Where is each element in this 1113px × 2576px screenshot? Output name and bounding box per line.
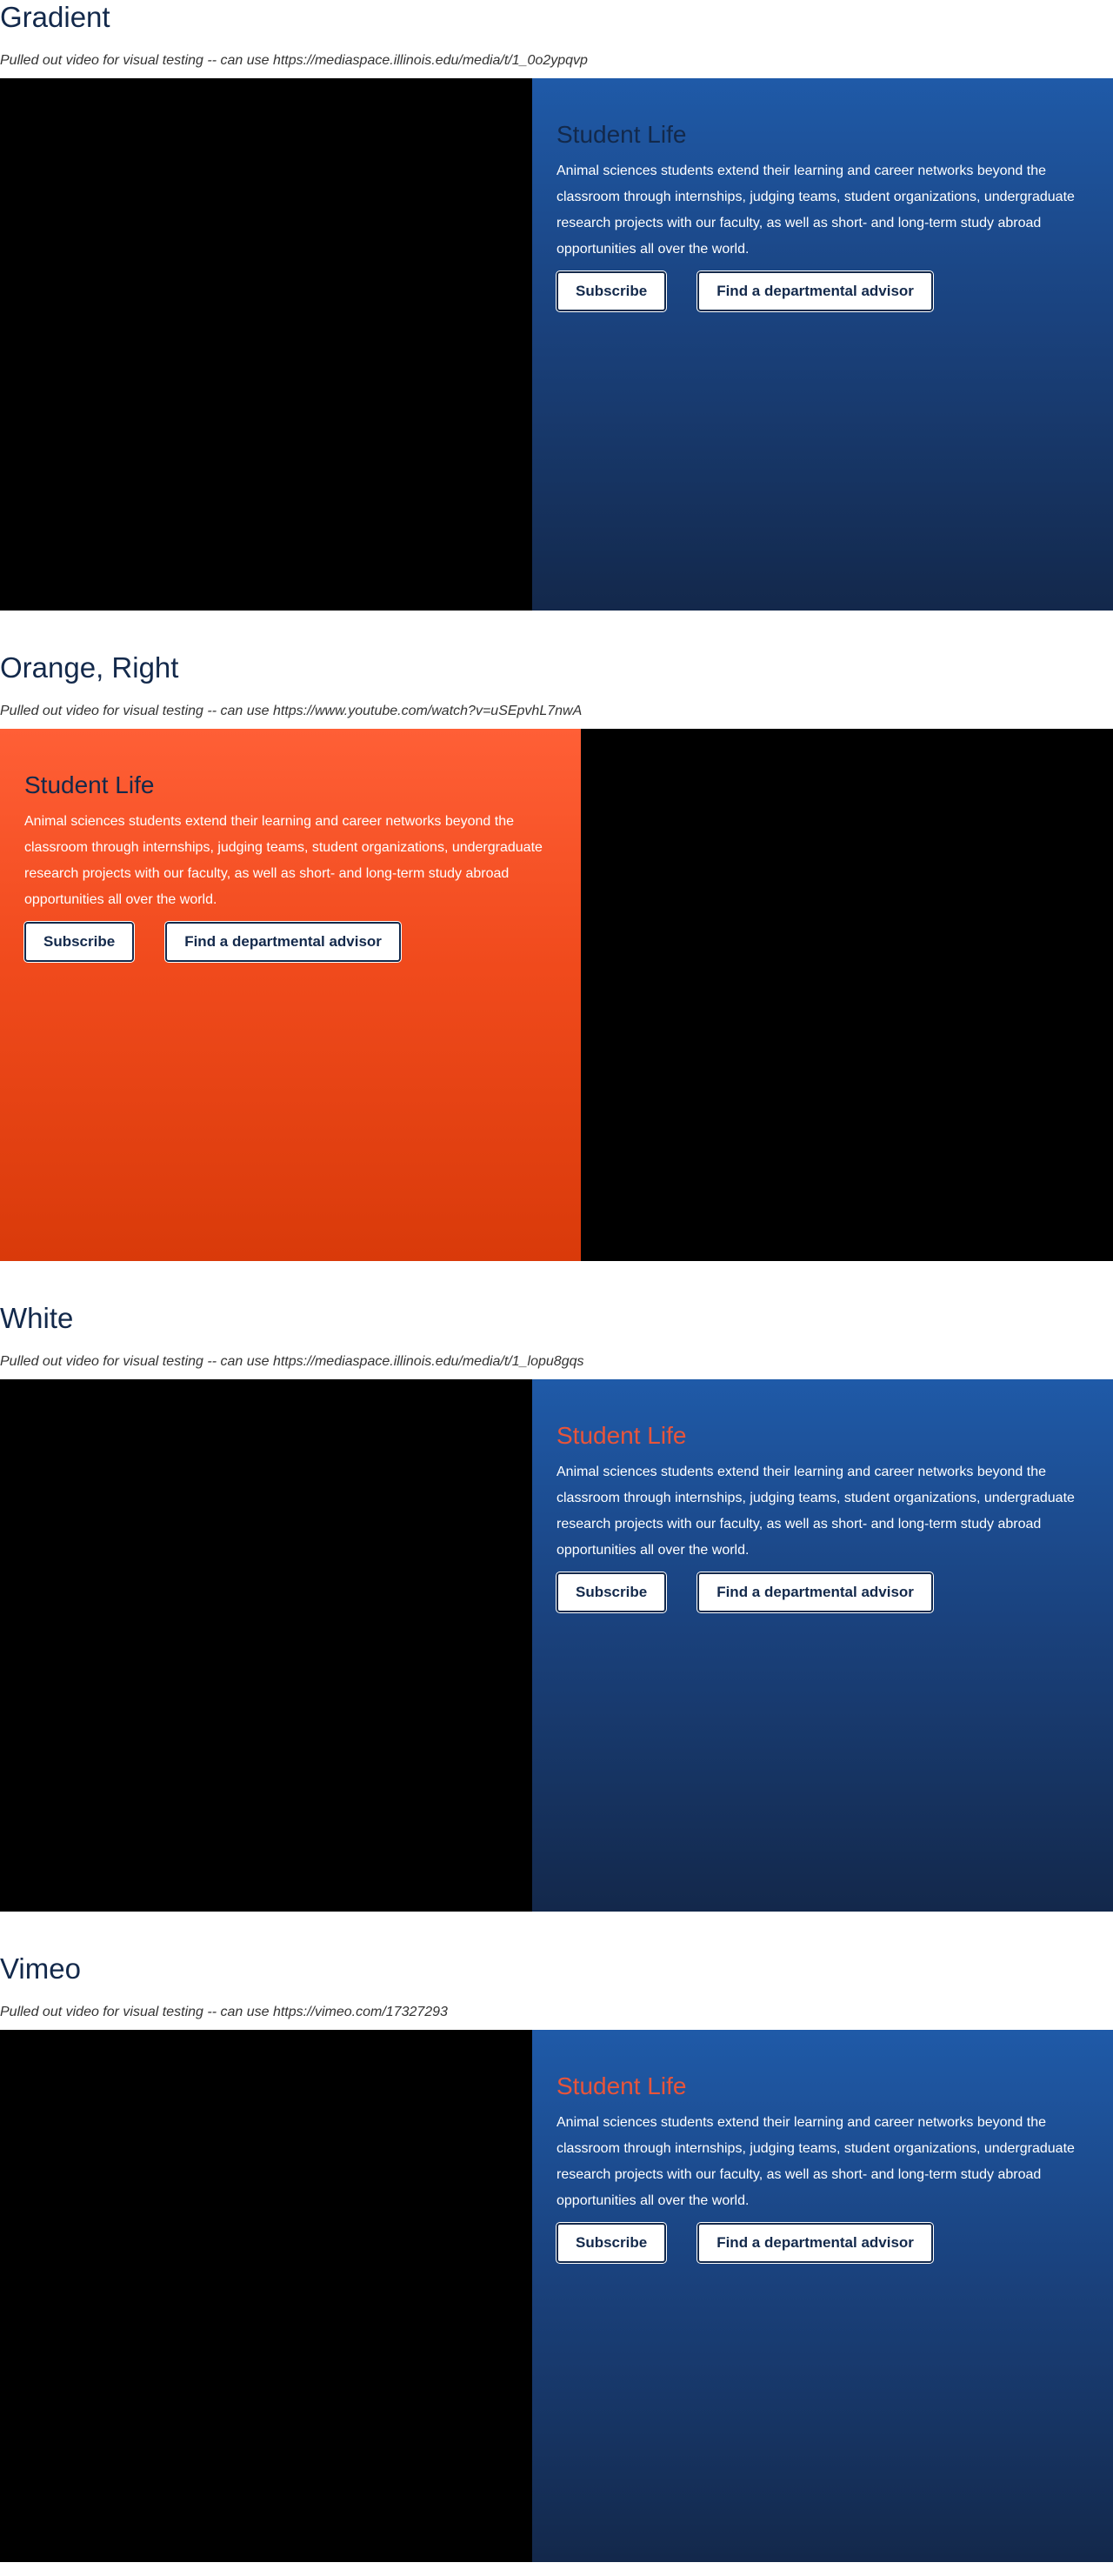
panel-title: Student Life (556, 2072, 687, 2099)
subscribe-button[interactable]: Subscribe (556, 271, 667, 311)
section-vimeo: Vimeo Pulled out video for visual testin… (0, 1952, 1113, 2562)
subscribe-button[interactable]: Subscribe (24, 922, 135, 962)
panel-title: Student Life (556, 1422, 687, 1449)
video-placeholder[interactable] (0, 2030, 532, 2562)
subscribe-button[interactable]: Subscribe (556, 1572, 667, 1612)
hero-block: Student Life Animal sciences students ex… (0, 78, 1113, 611)
find-advisor-button[interactable]: Find a departmental advisor (697, 2223, 933, 2263)
panel-title: Student Life (24, 771, 155, 798)
find-advisor-button[interactable]: Find a departmental advisor (697, 1572, 933, 1612)
content-panel: Student Life Animal sciences students ex… (532, 78, 1113, 611)
hero-block: Student Life Animal sciences students ex… (0, 1379, 1113, 1912)
find-advisor-button[interactable]: Find a departmental advisor (165, 922, 401, 962)
find-advisor-button[interactable]: Find a departmental advisor (697, 271, 933, 311)
section-heading: Orange, Right (0, 651, 179, 684)
panel-text: Animal sciences students extend their le… (556, 1465, 1075, 1558)
section-heading: White (0, 1302, 74, 1334)
panel-text: Animal sciences students extend their le… (556, 164, 1075, 257)
button-group: Subscribe Find a departmental advisor (556, 1572, 1089, 1612)
subscribe-button[interactable]: Subscribe (556, 2223, 667, 2263)
section-note: Pulled out video for visual testing -- c… (0, 2005, 448, 2019)
section-orange-right: Orange, Right Pulled out video for visua… (0, 651, 1113, 1261)
button-group: Subscribe Find a departmental advisor (556, 2223, 1089, 2263)
section-note: Pulled out video for visual testing -- c… (0, 1354, 584, 1369)
panel-text: Animal sciences students extend their le… (556, 2115, 1075, 2208)
video-placeholder[interactable] (581, 729, 1113, 1261)
hero-block: Student Life Animal sciences students ex… (0, 2030, 1113, 2562)
section-white: White Pulled out video for visual testin… (0, 1301, 1113, 1912)
button-group: Subscribe Find a departmental advisor (24, 922, 556, 962)
section-note: Pulled out video for visual testing -- c… (0, 53, 588, 68)
content-panel: Student Life Animal sciences students ex… (532, 2030, 1113, 2562)
panel-text: Animal sciences students extend their le… (24, 814, 543, 907)
content-panel: Student Life Animal sciences students ex… (0, 729, 581, 1261)
video-placeholder[interactable] (0, 1379, 532, 1912)
section-gradient: Gradient Pulled out video for visual tes… (0, 0, 1113, 611)
content-panel: Student Life Animal sciences students ex… (532, 1379, 1113, 1912)
section-note: Pulled out video for visual testing -- c… (0, 704, 583, 718)
panel-title: Student Life (556, 121, 687, 148)
section-heading: Vimeo (0, 1952, 81, 1985)
button-group: Subscribe Find a departmental advisor (556, 271, 1089, 311)
hero-block: Student Life Animal sciences students ex… (0, 729, 1113, 1261)
section-heading: Gradient (0, 1, 110, 33)
video-placeholder[interactable] (0, 78, 532, 611)
